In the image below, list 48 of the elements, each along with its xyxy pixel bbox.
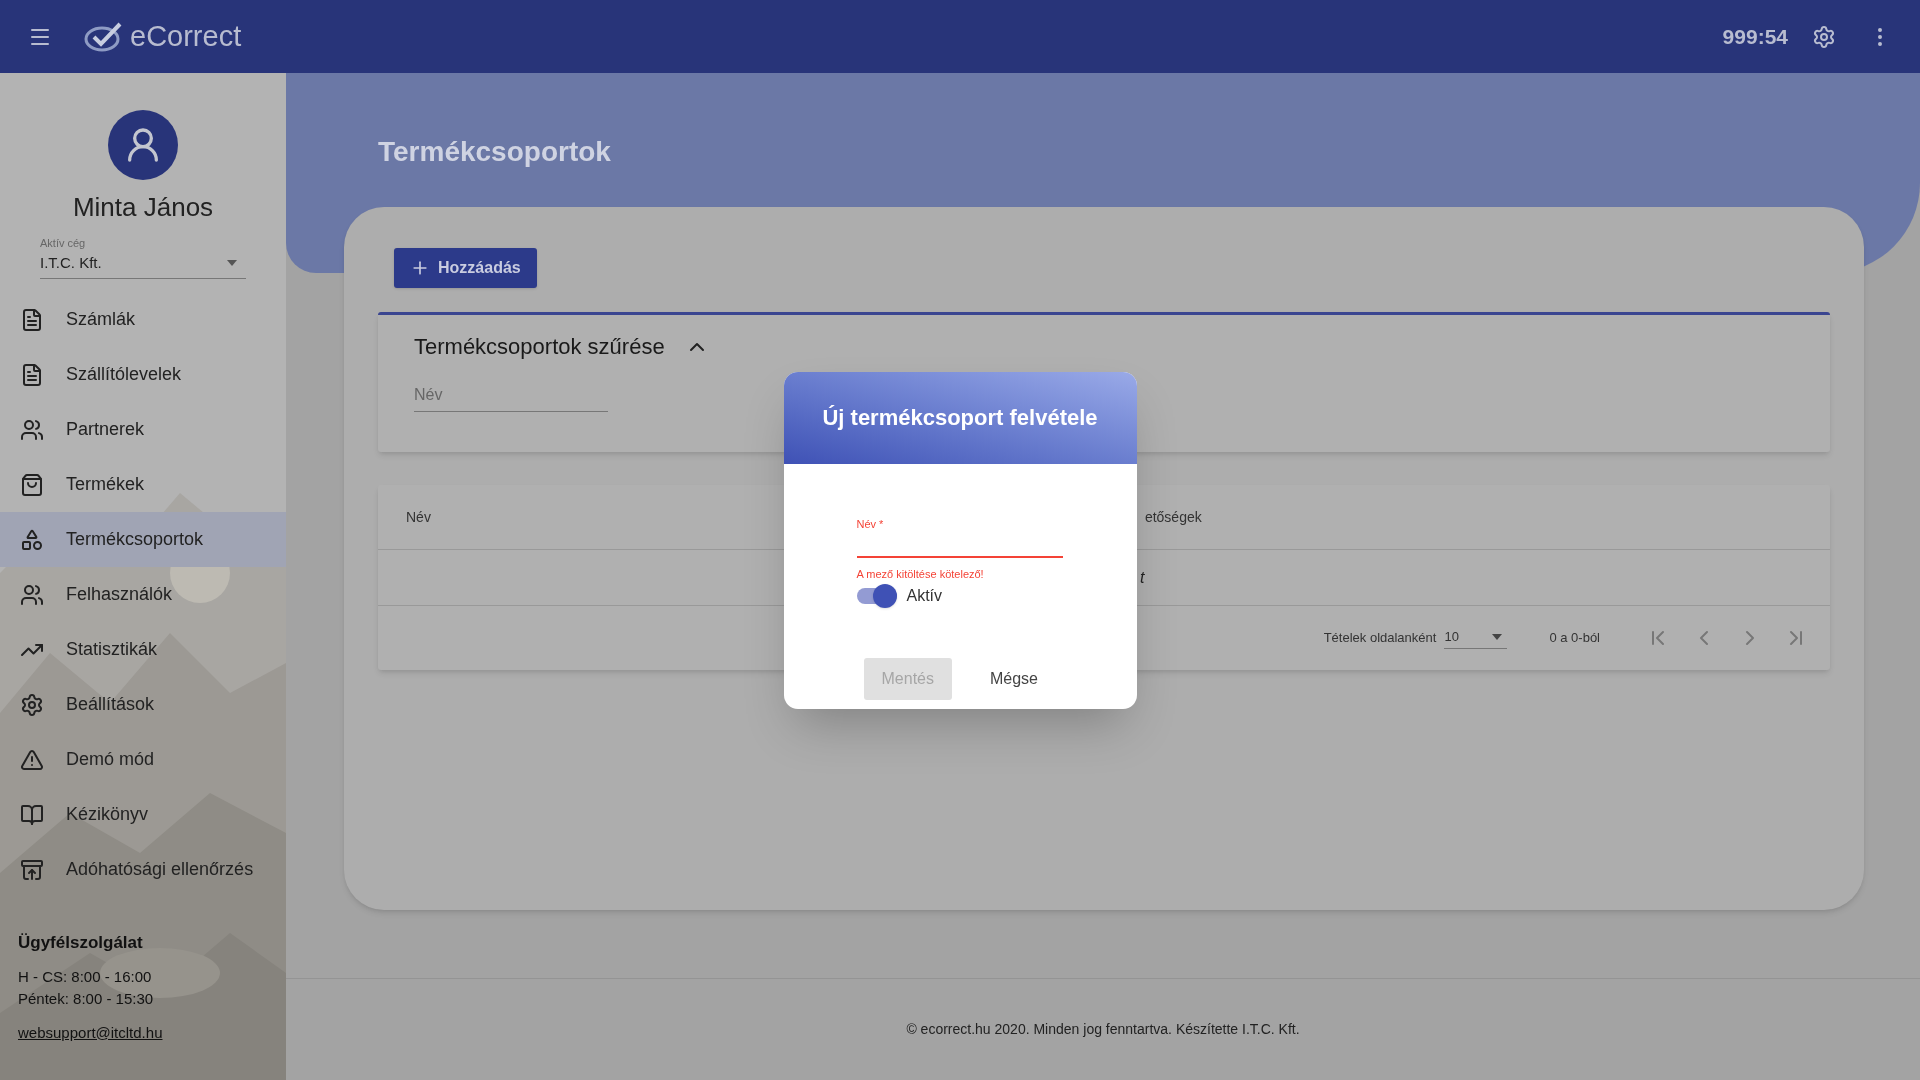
- switch-label: Aktív: [906, 585, 943, 606]
- sidebar-item[interactable]: Termékcsoportok: [0, 512, 286, 567]
- app-name: eCorrect: [130, 18, 242, 54]
- bag-icon: [20, 472, 44, 497]
- sidebar-item[interactable]: Beállítások: [0, 677, 286, 732]
- footer-text: © ecorrect.hu 2020. Minden jog fenntartva. Készítette I.T.C. Kft.: [906, 1020, 1300, 1039]
- book-icon: [20, 802, 44, 827]
- settings-icon: [20, 692, 44, 717]
- sidebar-item[interactable]: Partnerek: [0, 402, 286, 457]
- table-cell-text: t: [1140, 567, 1145, 588]
- rows-per-page-label: Tételek oldalanként: [1323, 629, 1437, 648]
- page-title: Termékcsoportok: [378, 135, 612, 169]
- page-range: 0 a 0-ból: [1549, 629, 1600, 648]
- support-hours: H - CS: 8:00 - 16:00: [18, 966, 153, 987]
- sidebar-item[interactable]: Statisztikák: [0, 622, 286, 677]
- add-button[interactable]: Hozzáadás: [394, 248, 537, 288]
- document-icon: [20, 362, 44, 387]
- rows-per-page-select[interactable]: 10: [1444, 626, 1508, 650]
- name-filter-field[interactable]: Név: [414, 379, 608, 412]
- column-header: etőségek: [1144, 507, 1202, 527]
- dialog-title: Új termékcsoport felvétele: [822, 404, 1098, 432]
- filter-title: Termékcsoportok szűrése: [414, 333, 665, 361]
- column-header: Név: [405, 507, 431, 527]
- sidebar-item[interactable]: Demó mód: [0, 732, 286, 787]
- session-timer: 999:54: [1722, 23, 1788, 50]
- sidebar-item[interactable]: Számlák: [0, 292, 286, 347]
- support-hours: Péntek: 8:00 - 15:30: [18, 988, 155, 1009]
- sidebar-item[interactable]: Felhasználók: [0, 567, 286, 622]
- company-select[interactable]: Aktív cég I.T.C. Kft.: [40, 235, 246, 279]
- error-message: A mező kitöltése kötelező!: [856, 567, 985, 582]
- sidebar-item[interactable]: Termékek: [0, 457, 286, 512]
- support-email-link[interactable]: websupport@itcltd.hu: [18, 1021, 268, 1044]
- sidebar-item[interactable]: Szállítólevelek: [0, 347, 286, 402]
- warning-icon: [20, 747, 44, 772]
- people-icon: [20, 417, 44, 442]
- sidebar-item[interactable]: Adóhatósági ellenőrzés: [0, 842, 286, 897]
- dropdown-icon: [1491, 632, 1504, 641]
- cancel-button[interactable]: Mégse: [971, 657, 1056, 700]
- settings-icon[interactable]: [1812, 24, 1836, 49]
- dropdown-icon: [226, 258, 238, 267]
- field-label: Név *: [856, 516, 885, 532]
- support-title: Ügyfélszolgálat: [18, 932, 144, 954]
- document-icon: [20, 307, 44, 332]
- archive-icon: [20, 857, 44, 882]
- people-icon: [20, 582, 44, 607]
- shapes-icon: [20, 527, 44, 552]
- sidebar-item[interactable]: Kézikönyv: [0, 787, 286, 842]
- user-name: Minta János: [72, 191, 214, 224]
